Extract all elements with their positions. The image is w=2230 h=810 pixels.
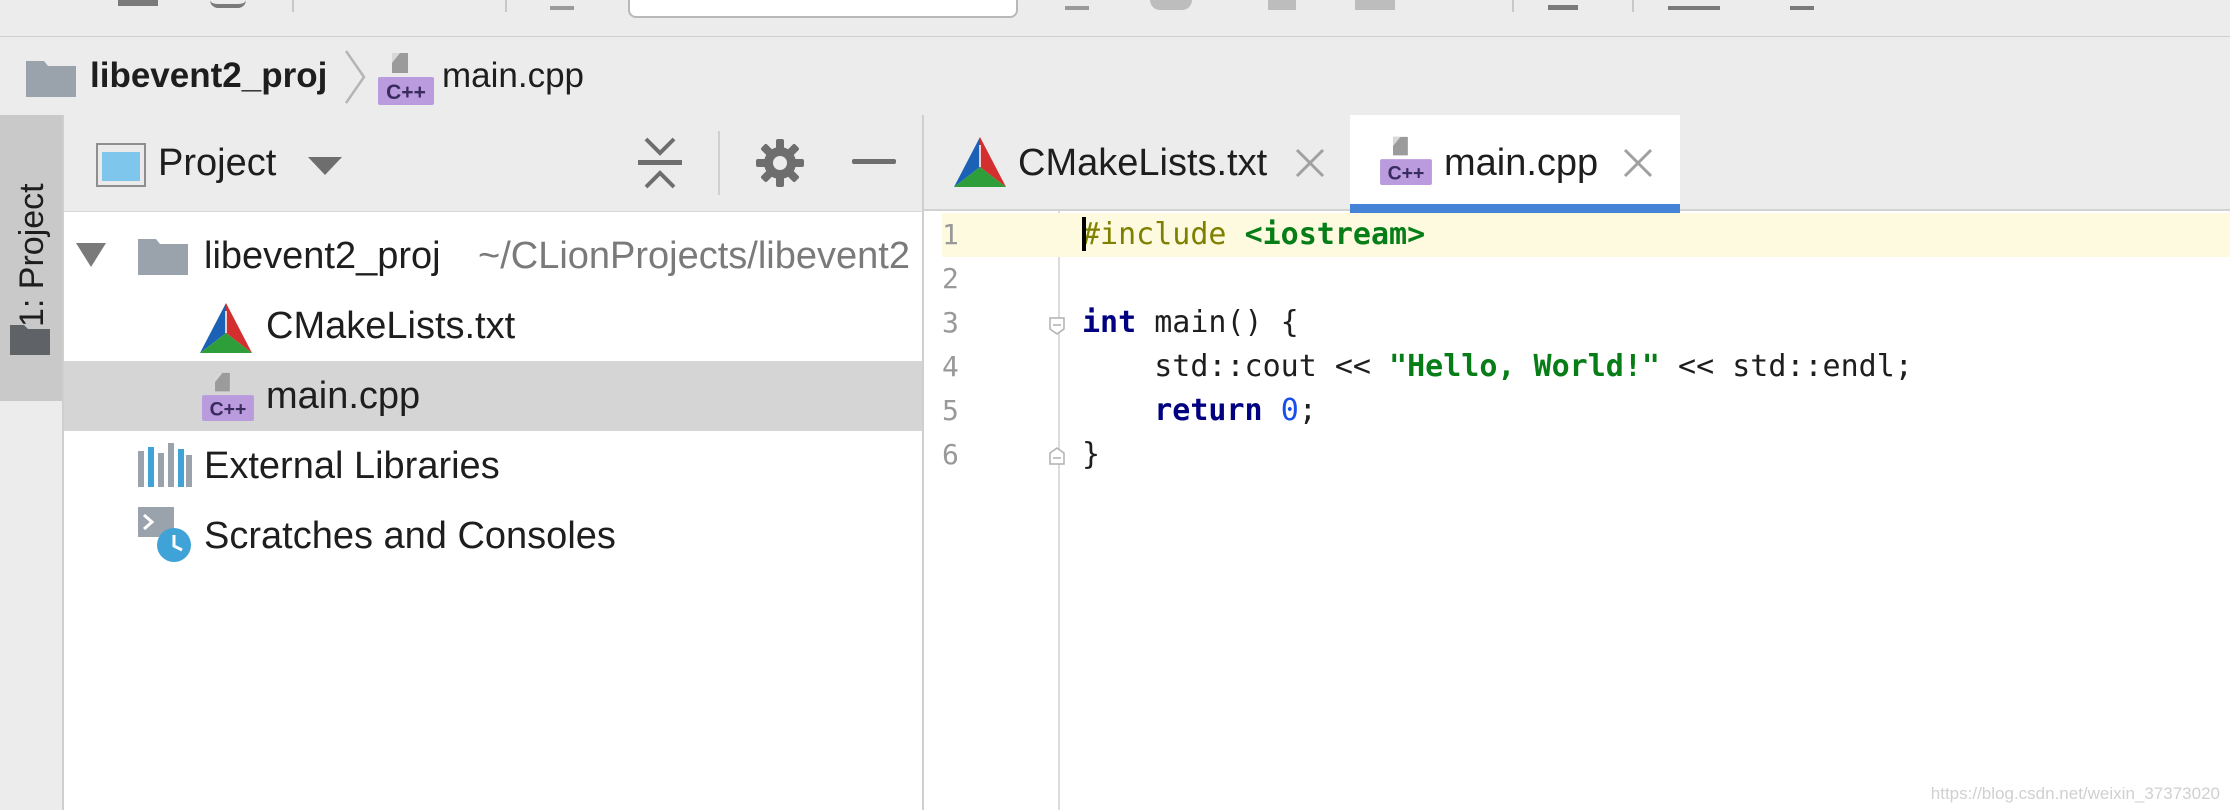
editor-area: CMakeLists.txt C++ main.cpp 1 2 3 4 5 6	[924, 115, 2230, 810]
toolbar-icon[interactable]	[550, 0, 574, 10]
include-header: <iostream>	[1244, 217, 1426, 252]
cmake-icon	[954, 137, 1006, 192]
gear-icon[interactable]	[756, 139, 804, 192]
run-configuration-selector[interactable]	[628, 0, 1018, 18]
toolbar-separator	[1632, 0, 1634, 12]
line-number: 3	[942, 306, 959, 339]
stripe-tab-label: 1: Project	[13, 183, 51, 327]
main-toolbar	[0, 0, 2230, 37]
collapse-all-icon[interactable]	[638, 137, 682, 194]
code-text: std::cout <<	[1082, 349, 1390, 384]
toolbar-icon[interactable]	[1065, 0, 1089, 10]
tab-label: main.cpp	[1444, 142, 1599, 184]
hide-panel-icon[interactable]	[852, 159, 896, 164]
chevron-down-icon[interactable]	[308, 155, 342, 180]
folder-icon	[138, 235, 188, 280]
watermark: https://blog.csdn.net/weixin_37373020	[1930, 784, 2220, 803]
toolbar-icon[interactable]	[1355, 0, 1395, 10]
line-number: 4	[942, 350, 959, 383]
string-literal: "Hello, World!"	[1389, 349, 1660, 384]
toolbar-icon[interactable]	[1790, 0, 1814, 10]
tree-label: CMakeLists.txt	[266, 305, 516, 347]
number-literal: 0	[1280, 393, 1299, 428]
tree-label: main.cpp	[266, 375, 421, 417]
folder-icon	[10, 321, 50, 360]
tree-row-main-cpp[interactable]: C++ main.cpp	[64, 361, 922, 431]
header-separator	[718, 131, 720, 195]
code-line-5[interactable]: return 0;	[1060, 389, 2230, 433]
keyword: return	[1154, 393, 1263, 428]
toolbar-separator	[505, 0, 507, 12]
folder-icon	[26, 57, 76, 102]
cpp-file-icon: C++	[378, 51, 434, 110]
line-number: 2	[942, 262, 959, 295]
toolbar-separator	[292, 0, 294, 12]
tree-row-cmakelists[interactable]: CMakeLists.txt	[64, 291, 922, 361]
project-tool-window: Project libevent2_proj ~/CLionProjects/l…	[64, 115, 924, 810]
scratches-icon	[138, 507, 194, 568]
code-text: }	[1082, 437, 1101, 472]
breadcrumb-file[interactable]: main.cpp	[442, 55, 584, 97]
toolbar-separator	[1512, 0, 1514, 12]
cmake-icon	[200, 303, 252, 358]
toolbar-icon[interactable]	[1668, 0, 1720, 10]
line-number: 6	[942, 438, 959, 471]
svg-text:C++: C++	[1388, 162, 1425, 184]
toolbar-icon[interactable]	[1150, 0, 1192, 10]
toolbar-icon[interactable]	[1548, 0, 1578, 10]
line-number: 1	[942, 213, 1060, 257]
code-line-1[interactable]: #include <iostream>	[1060, 213, 2230, 257]
close-icon[interactable]	[1294, 147, 1326, 179]
tree-label: External Libraries	[204, 445, 500, 487]
toolbar-icon[interactable]	[210, 0, 246, 8]
close-icon[interactable]	[1622, 147, 1654, 179]
code-text: << std::endl;	[1659, 349, 1913, 384]
tree-label: libevent2_proj	[204, 235, 441, 277]
project-view-icon	[96, 143, 146, 192]
tab-main-cpp[interactable]: C++ main.cpp	[1350, 115, 1680, 213]
code-text: main() {	[1136, 305, 1299, 340]
editor-tab-bar: CMakeLists.txt C++ main.cpp	[924, 115, 2230, 213]
code-line-3[interactable]: int main() {	[1060, 301, 2230, 345]
project-tool-window-button[interactable]: 1: Project	[0, 115, 62, 401]
expand-arrow-icon[interactable]	[76, 243, 106, 272]
chevron-right-icon	[340, 49, 370, 110]
toolbar-icon[interactable]	[118, 0, 158, 6]
code-text: ;	[1298, 393, 1317, 428]
svg-text:C++: C++	[210, 398, 247, 420]
cpp-file-icon: C++	[202, 371, 254, 426]
tree-label: Scratches and Consoles	[204, 515, 616, 557]
tree-row-scratches[interactable]: Scratches and Consoles	[64, 501, 922, 571]
navigation-bar: libevent2_proj C++ main.cpp	[0, 37, 2230, 117]
code-line-2[interactable]	[1060, 257, 2230, 301]
svg-text:C++: C++	[386, 81, 426, 104]
toolbar-icon[interactable]	[1268, 0, 1296, 10]
code-editor[interactable]: #include <iostream> int main() { std::co…	[1060, 211, 2230, 810]
line-number: 5	[942, 394, 959, 427]
editor-gutter: 1 2 3 4 5 6	[924, 211, 1065, 810]
left-tool-stripe: 1: Project	[0, 115, 64, 810]
keyword: int	[1082, 305, 1137, 340]
preprocessor-directive: #include	[1082, 217, 1227, 252]
code-line-4[interactable]: std::cout << "Hello, World!" << std::end…	[1060, 345, 2230, 389]
project-view-title[interactable]: Project	[158, 141, 276, 185]
cpp-file-icon: C++	[1380, 135, 1432, 190]
tree-row-external-libraries[interactable]: External Libraries	[64, 431, 922, 501]
tab-cmakelists[interactable]: CMakeLists.txt	[924, 115, 1350, 211]
text-caret	[1082, 216, 1086, 251]
libraries-icon	[138, 443, 192, 492]
breadcrumb-project[interactable]: libevent2_proj	[90, 55, 327, 97]
tree-row-project-root[interactable]: libevent2_proj ~/CLionProjects/libevent2	[64, 221, 922, 291]
code-line-6[interactable]: }	[1060, 433, 2230, 477]
tab-label: CMakeLists.txt	[1018, 142, 1268, 184]
project-panel-header: Project	[64, 115, 922, 212]
tree-path-hint: ~/CLionProjects/libevent2	[478, 235, 910, 277]
